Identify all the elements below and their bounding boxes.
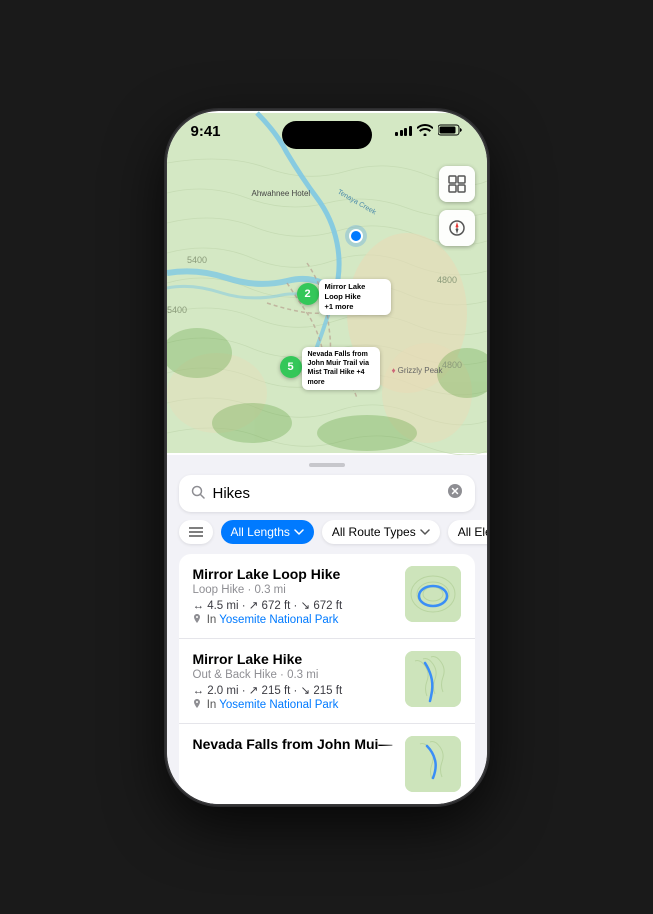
filter-elevation-chip[interactable]: All Ele bbox=[448, 520, 487, 544]
search-icon bbox=[191, 485, 205, 502]
result-thumbnail-1 bbox=[405, 566, 461, 622]
signal-bar-4 bbox=[409, 126, 412, 136]
signal-bar-1 bbox=[395, 132, 398, 136]
result-thumbnail-2 bbox=[405, 651, 461, 707]
result-location-link-2[interactable]: Yosemite National Park bbox=[219, 699, 338, 711]
result-type-1: Loop Hike · 0.3 mi bbox=[193, 584, 393, 596]
result-type-2: Out & Back Hike · 0.3 mi bbox=[193, 669, 393, 681]
result-location-1: In Yosemite National Park bbox=[193, 614, 393, 626]
filter-row: All Lengths All Route Types All Ele bbox=[167, 520, 487, 554]
signal-bars bbox=[395, 126, 412, 136]
cluster-5[interactable]: 5 bbox=[280, 356, 302, 378]
result-item-2[interactable]: Mirror Lake Hike Out & Back Hike · 0.3 m… bbox=[179, 639, 475, 724]
map-type-button[interactable] bbox=[439, 166, 475, 202]
filter-elevation-label: All Ele bbox=[458, 525, 487, 539]
phone-frame: 9:41 bbox=[167, 111, 487, 804]
nevada-falls-cluster-label: Nevada Falls from John Muir Trail via Mi… bbox=[302, 347, 380, 391]
grizzly-peak-label: ♦Grizzly Peak bbox=[392, 366, 443, 375]
search-text: Hikes bbox=[213, 485, 439, 502]
cluster-2[interactable]: 2 bbox=[297, 283, 319, 305]
mirror-lake-cluster-label: Mirror Lake Loop Hike+1 more bbox=[319, 279, 391, 315]
result-info-2: Mirror Lake Hike Out & Back Hike · 0.3 m… bbox=[193, 651, 393, 711]
signal-bar-2 bbox=[400, 130, 403, 136]
map-controls bbox=[439, 166, 475, 246]
result-info-3: Nevada Falls from John Mui— bbox=[193, 736, 393, 754]
filter-lengths-label: All Lengths bbox=[231, 525, 290, 539]
svg-text:4800: 4800 bbox=[437, 275, 457, 285]
filter-route-types-chip[interactable]: All Route Types bbox=[322, 520, 440, 544]
svg-text:5400: 5400 bbox=[167, 305, 187, 315]
wifi-icon bbox=[417, 124, 433, 139]
search-bar[interactable]: Hikes bbox=[179, 475, 475, 512]
status-icons bbox=[395, 124, 463, 139]
result-stats-1: ↔ 4.5 mi · ↗ 672 ft · ↘ 672 ft bbox=[193, 598, 393, 612]
sheet-handle bbox=[167, 455, 487, 471]
results-list: Mirror Lake Loop Hike Loop Hike · 0.3 mi… bbox=[179, 554, 475, 804]
battery-icon bbox=[438, 124, 463, 139]
handle-bar bbox=[309, 463, 345, 467]
search-bar-container: Hikes bbox=[167, 471, 487, 520]
map-container[interactable]: 5400 5400 4800 4800 4600 Ahwahnee Hotel … bbox=[167, 111, 487, 455]
filter-route-types-label: All Route Types bbox=[332, 525, 416, 539]
result-item-1[interactable]: Mirror Lake Loop Hike Loop Hike · 0.3 mi… bbox=[179, 554, 475, 639]
dynamic-island bbox=[282, 121, 372, 149]
screen: 9:41 bbox=[167, 111, 487, 804]
result-stats-2: ↔ 2.0 mi · ↗ 215 ft · ↘ 215 ft bbox=[193, 683, 393, 697]
result-info-1: Mirror Lake Loop Hike Loop Hike · 0.3 mi… bbox=[193, 566, 393, 626]
search-clear-button[interactable] bbox=[447, 483, 463, 504]
result-location-link-1[interactable]: Yosemite National Park bbox=[219, 614, 338, 626]
result-name-1: Mirror Lake Loop Hike bbox=[193, 566, 393, 582]
compass-button[interactable] bbox=[439, 210, 475, 246]
result-item-3[interactable]: Nevada Falls from John Mui— bbox=[179, 724, 475, 804]
status-time: 9:41 bbox=[191, 123, 221, 140]
ahwahnee-label: Ahwahnee Hotel bbox=[252, 189, 311, 198]
result-thumbnail-3 bbox=[405, 736, 461, 792]
bottom-sheet: Hikes bbox=[167, 455, 487, 804]
svg-text:5400: 5400 bbox=[187, 255, 207, 265]
result-name-2: Mirror Lake Hike bbox=[193, 651, 393, 667]
result-location-2: In Yosemite National Park bbox=[193, 699, 393, 711]
signal-bar-3 bbox=[404, 128, 407, 136]
filter-all-lengths-chip[interactable]: All Lengths bbox=[221, 520, 314, 544]
filter-list-chip[interactable] bbox=[179, 520, 213, 544]
result-name-3: Nevada Falls from John Mui— bbox=[193, 736, 393, 752]
svg-text:4800: 4800 bbox=[442, 360, 462, 370]
user-location bbox=[349, 229, 363, 243]
status-bar: 9:41 bbox=[167, 111, 487, 144]
